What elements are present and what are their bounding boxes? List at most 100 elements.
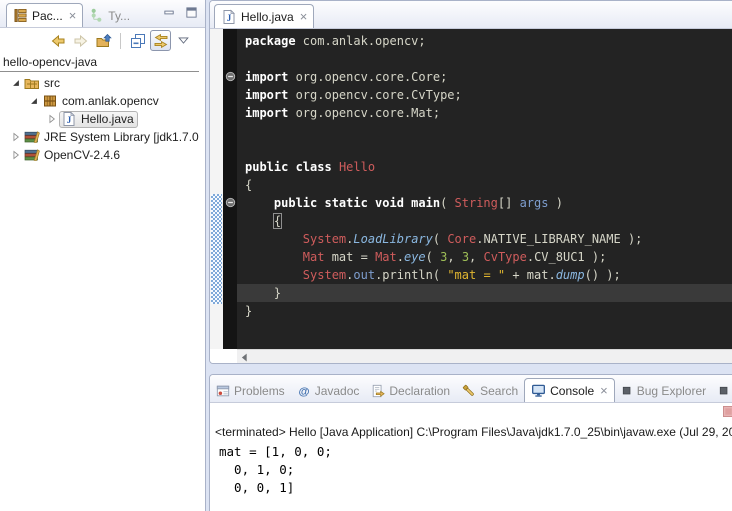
view-tab-label-ty: Ty... <box>108 9 130 23</box>
code-token <box>245 250 303 264</box>
tree-item-opencv-2-4-6[interactable]: OpenCV-2.4.6 <box>0 146 205 164</box>
code-token <box>245 196 274 210</box>
code-token: , <box>469 250 483 264</box>
back-button[interactable] <box>47 30 68 51</box>
code-line[interactable]: public static void main( String[] args ) <box>237 194 732 212</box>
code-token: () ); <box>585 268 621 282</box>
code-token: import <box>245 70 288 84</box>
maximize-button[interactable] <box>185 6 198 19</box>
tree-indent <box>0 119 46 120</box>
project-label[interactable]: hello-opencv-java <box>0 54 199 72</box>
bottom-tab-problems[interactable]: Problems <box>210 379 291 402</box>
collapse-all-icon <box>130 33 146 49</box>
code-line[interactable]: System.LoadLibrary( Core.NATIVE_LIBRARY_… <box>237 230 732 248</box>
scroll-left-icon <box>241 353 248 362</box>
tree-indent <box>0 83 10 84</box>
package-icon <box>42 93 58 109</box>
bottom-tab-javadoc[interactable]: @Javadoc <box>291 379 366 402</box>
remove-launch-icon <box>723 406 732 417</box>
code-token: mat = <box>324 250 375 264</box>
fold-minus-icon[interactable] <box>225 197 236 208</box>
back-icon <box>50 33 66 49</box>
code-line[interactable]: import org.opencv.core.CvType; <box>237 86 732 104</box>
code-line[interactable]: public class Hello <box>237 158 732 176</box>
expander-collapsed-icon[interactable] <box>10 150 22 160</box>
tree-indent <box>0 101 28 102</box>
collapse-all-button[interactable] <box>127 30 148 51</box>
tree-item-src[interactable]: src <box>0 74 205 92</box>
tree-item-jre-system-library-jdk1-7-0[interactable]: JRE System Library [jdk1.7.0 <box>0 128 205 146</box>
expander-expanded-icon[interactable] <box>28 96 40 106</box>
editor-body: package com.anlak.opencv; import org.open… <box>210 29 732 349</box>
code-token: ( <box>433 232 447 246</box>
tree-item-label: com.anlak.opencv <box>62 94 159 108</box>
code-token <box>332 160 339 174</box>
bottom-tabstrip: Problems@JavadocDeclarationSearchConsole… <box>210 375 732 403</box>
fold-minus-icon[interactable] <box>225 71 236 82</box>
code-line[interactable] <box>237 122 732 140</box>
code-token: LoadLibrary <box>353 232 432 246</box>
code-token <box>245 232 303 246</box>
expander-collapsed-icon[interactable] <box>10 132 22 142</box>
code-line[interactable]: { <box>237 212 732 230</box>
view-tab-ty[interactable]: Ty... <box>83 4 136 27</box>
bottom-tab-bug-explorer[interactable]: Bug Explorer <box>615 379 712 402</box>
console-output[interactable]: mat = [1, 0, 0; 0, 1, 0; 0, 0, 1] <box>210 443 732 497</box>
code-token: ) <box>548 196 562 210</box>
editor-tab-hello-java[interactable]: JHello.java× <box>214 4 314 29</box>
tree-item-com-anlak-opencv[interactable]: com.anlak.opencv <box>0 92 205 110</box>
svg-text:J: J <box>227 13 232 23</box>
code-line[interactable]: } <box>237 302 732 320</box>
code-line[interactable]: } <box>237 284 732 302</box>
forward-button[interactable] <box>70 30 91 51</box>
search-icon <box>462 384 476 398</box>
link-with-editor-button[interactable] <box>150 30 171 51</box>
code-token: .println( <box>375 268 447 282</box>
close-icon[interactable]: × <box>600 386 608 396</box>
console-output-line: 0, 1, 0; <box>219 461 732 479</box>
code-line[interactable]: import org.opencv.core.Mat; <box>237 104 732 122</box>
code-token: org.opencv.core.Mat; <box>288 106 440 120</box>
code-line[interactable]: System.out.println( "mat = " + mat.dump(… <box>237 266 732 284</box>
code-area[interactable]: package com.anlak.opencv; import org.open… <box>237 29 732 352</box>
code-line[interactable]: { <box>237 176 732 194</box>
minimize-button[interactable] <box>163 6 176 19</box>
view-menu-button[interactable] <box>173 30 194 51</box>
code-token: ( <box>426 250 440 264</box>
code-token: package <box>245 34 296 48</box>
code-line[interactable]: import org.opencv.core.Core; <box>237 68 732 86</box>
bottom-tab-bug[interactable]: Bug <box>712 379 732 402</box>
code-line[interactable] <box>237 50 732 68</box>
expander-expanded-icon[interactable] <box>10 78 22 88</box>
bottom-tab-declaration[interactable]: Declaration <box>365 379 456 402</box>
code-token: System <box>303 268 346 282</box>
folding-margin[interactable] <box>223 29 237 349</box>
view-tab-pac[interactable]: Pac...× <box>6 3 83 28</box>
minimize-icon <box>163 6 176 19</box>
code-line[interactable]: Mat mat = Mat.eye( 3, 3, CvType.CV_8UC1 … <box>237 248 732 266</box>
code-token: org.opencv.core.Core; <box>288 70 447 84</box>
code-token: org.opencv.core.CvType; <box>288 88 461 102</box>
expander-collapsed-icon[interactable] <box>46 114 58 124</box>
console-output-line: mat = [1, 0, 0; <box>219 443 732 461</box>
bug-icon <box>621 385 633 397</box>
code-token: String <box>455 196 498 210</box>
editor-tabstrip: JHello.java× <box>210 1 732 29</box>
up-button[interactable] <box>93 30 114 51</box>
close-icon[interactable]: × <box>300 12 308 22</box>
annotation-ruler[interactable] <box>210 29 223 349</box>
bottom-tab-label-javadoc: Javadoc <box>315 384 360 398</box>
code-line[interactable]: package com.anlak.opencv; <box>237 32 732 50</box>
bottom-tab-search[interactable]: Search <box>456 379 524 402</box>
console-toolbar <box>210 403 732 422</box>
tree-item-hello-java[interactable]: JHello.java <box>0 110 205 128</box>
scrollbar-corner <box>210 349 237 364</box>
code-token: CvType <box>484 250 527 264</box>
bottom-tab-console[interactable]: Console× <box>524 378 615 403</box>
close-icon[interactable]: × <box>69 11 77 21</box>
tree-item-label: Hello.java <box>81 112 134 126</box>
remove-launch-button[interactable] <box>723 406 732 417</box>
tree-item-label: OpenCV-2.4.6 <box>44 148 120 162</box>
code-line[interactable] <box>237 140 732 158</box>
horizontal-scrollbar[interactable] <box>237 349 732 364</box>
